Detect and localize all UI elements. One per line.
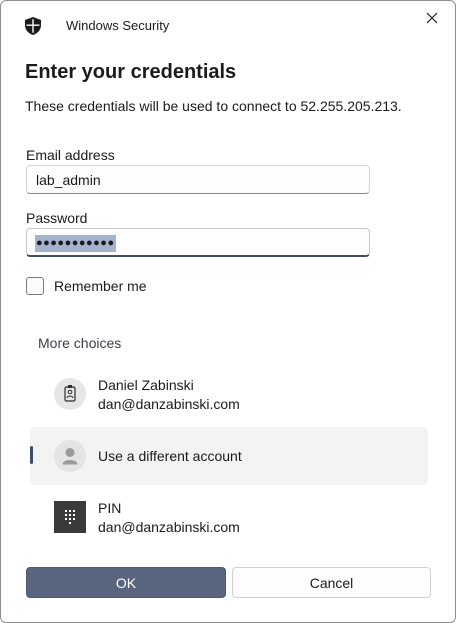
title-bar: Windows Security xyxy=(1,1,455,51)
user-icon xyxy=(54,440,86,472)
ok-button[interactable]: OK xyxy=(26,567,226,598)
password-value: ●●●●●●●●●●● xyxy=(35,235,116,252)
password-label: Password xyxy=(26,210,88,226)
email-field[interactable]: lab_admin xyxy=(26,165,370,194)
account-option-pin[interactable]: PIN dan@danzabinski.com xyxy=(30,488,428,546)
shield-icon xyxy=(25,17,41,35)
account-name: PIN xyxy=(98,500,122,516)
more-choices-heading: More choices xyxy=(38,335,122,351)
app-title: Windows Security xyxy=(66,18,170,33)
password-field[interactable]: ●●●●●●●●●●● xyxy=(26,228,370,257)
account-email: dan@danzabinski.com xyxy=(98,396,240,412)
selection-indicator xyxy=(30,446,33,464)
badge-icon xyxy=(54,378,86,410)
account-name: Use a different account xyxy=(98,448,242,464)
cancel-button[interactable]: Cancel xyxy=(232,567,431,598)
remember-me-label[interactable]: Remember me xyxy=(54,278,147,294)
account-name: Daniel Zabinski xyxy=(98,377,194,393)
dialog-heading: Enter your credentials xyxy=(25,61,237,83)
remember-me-checkbox[interactable] xyxy=(26,277,44,295)
close-button[interactable] xyxy=(419,7,445,29)
account-option-different[interactable]: Use a different account xyxy=(30,427,428,485)
email-label: Email address xyxy=(26,147,115,163)
account-option-daniel[interactable]: Daniel Zabinski dan@danzabinski.com xyxy=(30,365,428,423)
email-value: lab_admin xyxy=(36,172,101,188)
credentials-dialog: Windows Security Enter your credentials … xyxy=(0,0,456,623)
dialog-description: These credentials will be used to connec… xyxy=(25,98,402,114)
account-email: dan@danzabinski.com xyxy=(98,519,240,535)
close-icon xyxy=(426,12,438,24)
pin-keypad-icon xyxy=(54,501,86,533)
